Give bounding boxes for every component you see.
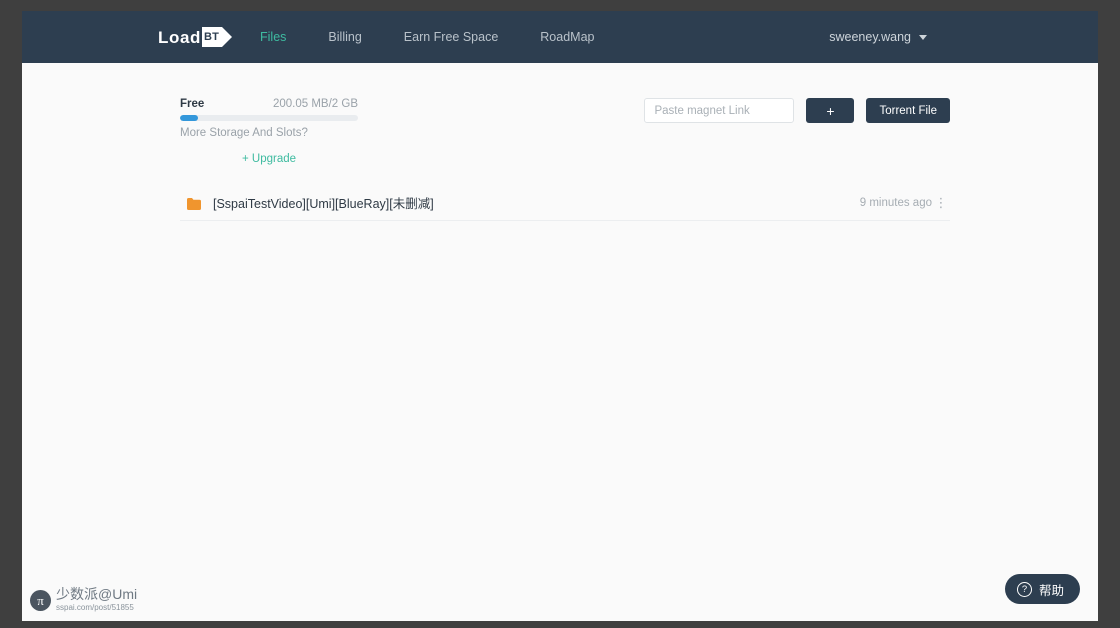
main-content: Free 200.05 MB/2 GB More Storage And Slo… — [22, 63, 1098, 621]
nav-link-files[interactable]: Files — [260, 24, 286, 50]
storage-usage-text: 200.05 MB/2 GB — [272, 98, 358, 110]
file-list: [SspaiTestVideo][Umi][BlueRay][未删减] 9 mi… — [180, 185, 950, 221]
file-timestamp: 9 minutes ago — [859, 196, 932, 209]
kebab-menu-icon[interactable]: ⋮ — [932, 196, 950, 209]
watermark-title: 少数派@Umi — [56, 586, 138, 602]
storage-widget: Free 200.05 MB/2 GB More Storage And Slo… — [180, 98, 358, 167]
table-row[interactable]: [SspaiTestVideo][Umi][BlueRay][未删减] 9 mi… — [180, 185, 950, 221]
add-magnet-button[interactable]: + — [806, 98, 855, 123]
brand-mark-label: BT — [204, 31, 220, 43]
nav-link-roadmap[interactable]: RoadMap — [540, 24, 594, 50]
account-username: sweeney.wang — [829, 30, 911, 44]
question-mark-icon: ? — [1016, 581, 1032, 597]
brand-name: Load — [158, 27, 202, 47]
brand-logo[interactable]: Load BT — [158, 27, 233, 47]
top-navbar: Load BT Files Billing Earn Free Space Ro… — [22, 11, 1098, 63]
magnet-link-input[interactable] — [644, 98, 795, 123]
help-button[interactable]: ? 帮助 — [1004, 574, 1080, 604]
nav-links: Files Billing Earn Free Space RoadMap — [260, 24, 594, 50]
watermark-text: 少数派@Umi sspai.com/post/51855 — [56, 587, 137, 613]
account-menu[interactable]: sweeney.wang — [829, 30, 927, 44]
chevron-down-icon — [919, 34, 927, 40]
storage-plan-label: Free — [180, 98, 205, 110]
play-triangle-icon: BT — [202, 27, 233, 47]
storage-progress-fill — [180, 115, 198, 121]
watermark: π 少数派@Umi sspai.com/post/51855 — [30, 587, 137, 613]
browser-viewport: Load BT Files Billing Earn Free Space Ro… — [22, 11, 1098, 621]
storage-progress-track — [180, 115, 358, 121]
folder-icon — [187, 197, 201, 210]
upgrade-row: + Upgrade — [180, 149, 358, 167]
storage-prompt: More Storage And Slots? — [180, 127, 308, 139]
nav-link-billing[interactable]: Billing — [328, 24, 361, 50]
storage-header: Free 200.05 MB/2 GB — [180, 98, 358, 110]
watermark-url: sspai.com/post/51855 — [56, 603, 134, 612]
upgrade-link[interactable]: + Upgrade — [242, 153, 296, 165]
add-torrent-actions: + Torrent File — [644, 98, 950, 123]
watermark-badge-icon: π — [30, 589, 51, 611]
torrent-file-button[interactable]: Torrent File — [866, 98, 950, 123]
file-name: [SspaiTestVideo][Umi][BlueRay][未删减] — [213, 197, 434, 211]
help-button-label: 帮助 — [1038, 583, 1064, 598]
nav-link-earn-free-space[interactable]: Earn Free Space — [404, 24, 499, 50]
